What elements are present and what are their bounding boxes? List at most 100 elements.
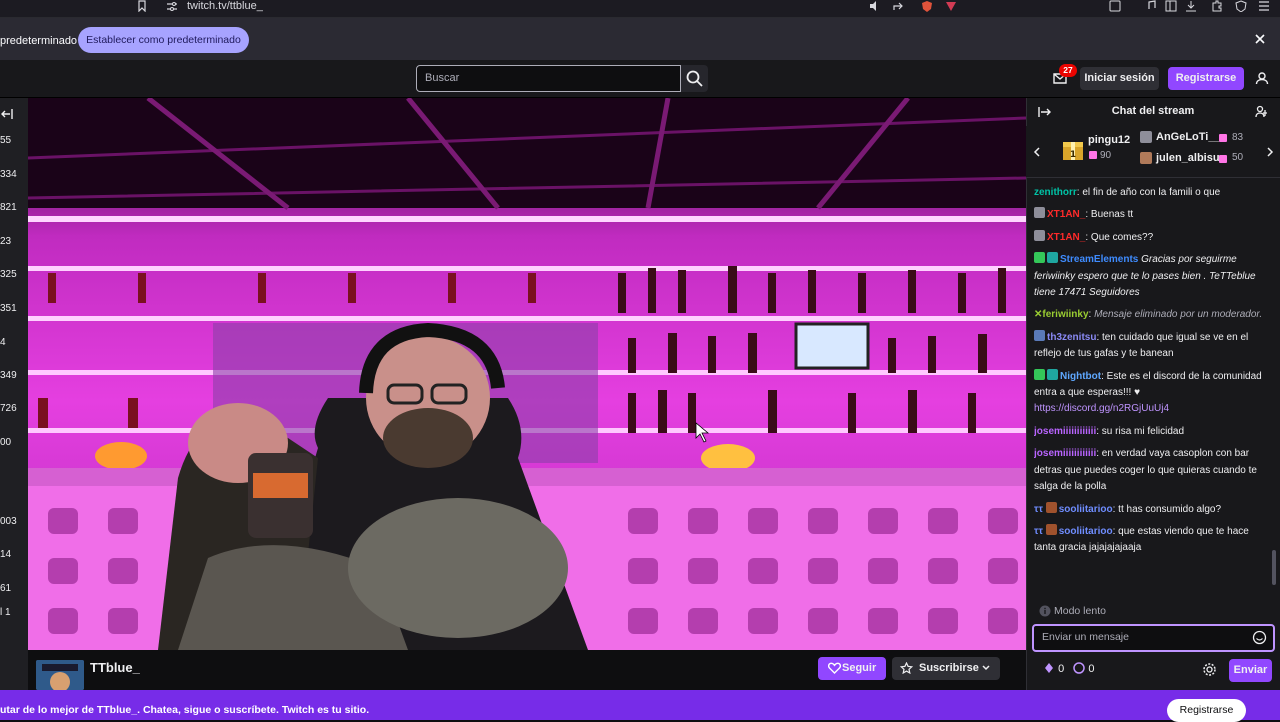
sidebar-viewer-count[interactable]: 351 xyxy=(0,303,26,314)
chat-text: : Buenas tt xyxy=(1085,209,1134,221)
chat-username[interactable]: josemiiiiiiiiiiii xyxy=(1034,426,1096,437)
sidebar-viewer-count[interactable]: 14 xyxy=(0,549,26,560)
svg-text:1: 1 xyxy=(1070,150,1076,160)
chat-input[interactable]: Enviar un mensaje xyxy=(1032,624,1275,652)
search-input[interactable]: Buscar xyxy=(416,65,681,92)
gifter-avatar-icon xyxy=(1140,152,1152,164)
chat-message: XT1AN_: Buenas tt xyxy=(1034,207,1270,223)
chat-text: : el fin de año con la famili o que xyxy=(1076,187,1221,198)
left-sidebar xyxy=(0,98,28,690)
gifter-avatar-icon xyxy=(1140,131,1152,143)
downloads-icon[interactable] xyxy=(1184,0,1198,12)
set-default-button[interactable]: Establecer como predeterminado xyxy=(78,27,249,53)
rewards-icon[interactable] xyxy=(944,0,958,12)
bits-count: 0 xyxy=(1058,663,1065,675)
emote-picker-icon[interactable] xyxy=(1252,630,1267,645)
register-button[interactable]: Registrarse xyxy=(1168,67,1244,90)
sidebar-viewer-count[interactable]: 00 xyxy=(0,437,26,448)
sidebar-viewer-count[interactable]: 23 xyxy=(0,236,26,247)
chat-message: josemiiiiiiiiiiii: su risa mi felicidad xyxy=(1034,424,1270,440)
menu-icon[interactable] xyxy=(1257,0,1271,12)
stream-video-frame xyxy=(28,98,1026,650)
sidebar-viewer-count[interactable]: 821 xyxy=(0,202,26,213)
verified-badge-icon xyxy=(1034,368,1045,380)
share-icon[interactable] xyxy=(892,0,906,12)
sidebar-viewer-count[interactable]: 55 xyxy=(0,135,26,146)
chat-message: Nightbot: Este es el discord de la comun… xyxy=(1034,368,1270,418)
brave-shield-icon[interactable] xyxy=(920,0,934,12)
gift-icon xyxy=(1089,151,1097,159)
sidebar-viewer-count[interactable]: 003 xyxy=(0,516,26,527)
sidebar-viewer-count[interactable]: 726 xyxy=(0,403,26,414)
gifter-name[interactable]: AnGeLoTi__ xyxy=(1156,131,1221,143)
music-icon[interactable] xyxy=(1144,0,1158,12)
banner-register-button[interactable]: Registrarse xyxy=(1167,699,1246,722)
chat-username[interactable]: StreamElements xyxy=(1060,254,1138,265)
channel-avatar[interactable] xyxy=(36,660,84,690)
search-button[interactable] xyxy=(681,65,708,92)
chat-username[interactable]: sooliitarioo xyxy=(1059,504,1113,515)
extensions-icon[interactable] xyxy=(1210,0,1224,12)
chat-username[interactable]: feriwiinky xyxy=(1042,309,1088,320)
chat-username[interactable]: XT1AN_ xyxy=(1047,232,1085,243)
user-badge-icon xyxy=(1045,523,1057,535)
user-badge-icon xyxy=(1034,229,1045,241)
chevron-right-icon[interactable] xyxy=(1265,146,1275,158)
close-icon[interactable] xyxy=(1254,33,1266,45)
heart-icon xyxy=(828,662,841,674)
gifter-name[interactable]: julen_albisu xyxy=(1156,152,1220,164)
collapse-sidebar-icon[interactable] xyxy=(0,108,14,120)
notification-badge: 27 xyxy=(1059,64,1077,77)
chat-text: Mensaje eliminado por un moderador. xyxy=(1094,309,1263,321)
sidebar-viewer-count[interactable]: 334 xyxy=(0,169,26,180)
chat-title: Chat del stream xyxy=(1111,105,1195,117)
gear-icon[interactable] xyxy=(1202,662,1217,677)
channel-points[interactable]: 0 0 xyxy=(1043,662,1094,675)
user-badge-icon xyxy=(1045,501,1057,513)
chat-users-icon[interactable] xyxy=(1255,105,1269,119)
gifter-count: 83 xyxy=(1232,132,1244,143)
sidebar-viewer-count[interactable]: 4 xyxy=(0,337,26,348)
sidebar-toggle-icon[interactable] xyxy=(1164,0,1178,12)
discord-link[interactable]: https://discord.gg/n2RGjUuUj4 xyxy=(1034,403,1169,414)
gifter-count: 90 xyxy=(1100,150,1112,161)
video-player[interactable] xyxy=(28,98,1026,650)
scrollbar-thumb[interactable] xyxy=(1272,550,1276,585)
channel-name[interactable]: TTblue_ xyxy=(90,660,140,675)
star-icon xyxy=(900,662,913,674)
sidebar-viewer-count[interactable]: 349 xyxy=(0,370,26,381)
chat-username[interactable]: th3zenitsu xyxy=(1047,332,1096,343)
chat-username[interactable]: Nightbot xyxy=(1060,371,1101,382)
chat-username[interactable]: zenithorr xyxy=(1034,187,1077,198)
chat-message: XT1AN_: Que comes?? xyxy=(1034,229,1270,246)
url-bar[interactable]: twitch.tv/ttblue_ xyxy=(187,0,263,12)
user-icon[interactable] xyxy=(1255,71,1269,85)
chat-text: : tt has consumido algo? xyxy=(1112,503,1222,515)
send-button[interactable]: Enviar xyxy=(1229,659,1272,682)
chat-scrollbar[interactable] xyxy=(1272,185,1276,585)
login-button[interactable]: Iniciar sesión xyxy=(1080,67,1159,90)
chevron-left-icon[interactable] xyxy=(1032,146,1042,158)
gifter-name[interactable]: pingu12 xyxy=(1088,134,1130,146)
chat-username[interactable]: josemiiiiiiiiiiii xyxy=(1034,448,1096,459)
chat-username[interactable]: XT1AN_ xyxy=(1047,209,1085,220)
avatar-image xyxy=(36,660,84,690)
verified-badge-icon xyxy=(1034,252,1045,264)
chat-text: : su risa mi felicidad xyxy=(1096,425,1185,437)
screenshot-icon[interactable] xyxy=(1108,0,1122,12)
chat-message: th3zenitsu: ten cuidado que igual se ve … xyxy=(1034,329,1270,363)
gift-rank-icon: 1 xyxy=(1063,142,1083,160)
sidebar-viewer-count[interactable]: 325 xyxy=(0,269,26,280)
sidebar-viewer-count[interactable]: l 1 xyxy=(0,607,26,618)
sidebar-viewer-count[interactable]: 61 xyxy=(0,583,26,594)
tt-badge-icon: ττ xyxy=(1034,525,1043,537)
bot-badge-icon xyxy=(1047,368,1058,380)
site-info-icon[interactable] xyxy=(166,1,178,12)
gifter-count: 50 xyxy=(1232,152,1244,163)
bookmark-icon[interactable] xyxy=(136,0,148,12)
chat-username[interactable]: sooliitarioo xyxy=(1059,526,1113,537)
vpn-shield-icon[interactable] xyxy=(1234,0,1248,12)
search-icon xyxy=(686,70,703,87)
chat-message: ✕feriwiinky: Mensaje eliminado por un mo… xyxy=(1034,309,1263,321)
mute-icon[interactable] xyxy=(868,0,882,12)
